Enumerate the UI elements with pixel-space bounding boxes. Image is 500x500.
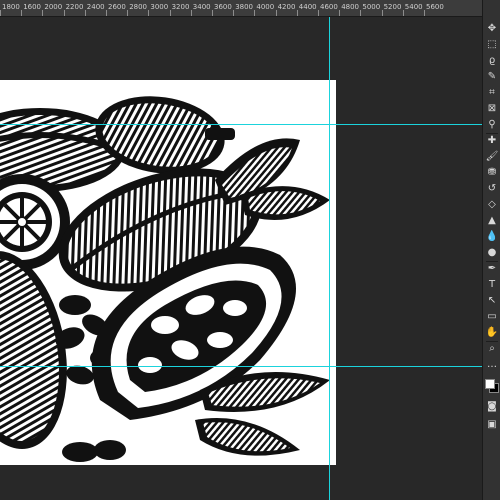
ruler-label: 2400 bbox=[86, 3, 105, 11]
ruler-label: 2000 bbox=[44, 3, 63, 11]
screen-mode-icon[interactable]: ▣ bbox=[484, 418, 500, 432]
guide-horizontal-bottom[interactable] bbox=[0, 366, 482, 367]
clone-stamp-tool-icon[interactable]: ⛃ bbox=[484, 166, 500, 180]
ruler-label: 5200 bbox=[383, 3, 402, 11]
ruler-tick bbox=[275, 10, 277, 16]
ruler-label: 3400 bbox=[192, 3, 211, 11]
path-selection-tool-icon[interactable]: ↖ bbox=[484, 294, 500, 308]
spot-healing-tool-icon[interactable]: ✚ bbox=[484, 134, 500, 148]
foreground-color-swatch[interactable] bbox=[485, 379, 495, 389]
ruler-label: 3600 bbox=[214, 3, 232, 11]
eyedropper-tool-icon[interactable]: ⚲ bbox=[484, 118, 500, 132]
type-tool-icon[interactable]: T bbox=[484, 278, 500, 292]
ruler-label: 2200 bbox=[65, 3, 84, 11]
frame-tool-icon[interactable]: ⊠ bbox=[484, 102, 500, 116]
ruler-label: 4600 bbox=[320, 3, 338, 11]
guide-vertical[interactable] bbox=[329, 17, 330, 500]
ruler-tick bbox=[360, 10, 362, 16]
ruler-label: 2800 bbox=[129, 3, 148, 11]
ruler-tick bbox=[21, 10, 23, 16]
ruler-tick bbox=[233, 10, 235, 16]
ruler-label: 5600 bbox=[426, 3, 444, 11]
ruler-tick bbox=[169, 10, 171, 16]
move-tool-icon[interactable]: ✥ bbox=[484, 22, 500, 36]
document-canvas[interactable] bbox=[0, 17, 482, 500]
crop-tool-icon[interactable]: ⌗ bbox=[484, 86, 500, 100]
artboard bbox=[0, 80, 336, 465]
hand-tool-icon[interactable]: ✋ bbox=[484, 326, 500, 340]
ruler-tick bbox=[254, 10, 256, 16]
ruler-tick bbox=[63, 10, 65, 16]
ruler-tick bbox=[148, 10, 150, 16]
paint-bucket-tool-icon[interactable]: ▲ bbox=[484, 214, 500, 228]
ruler-tick bbox=[106, 10, 107, 16]
tools-panel: ✥ ⬚ ϱ ✎ ⌗ ⊠ ⚲ ✚ 🖌 ⛃ ↺ ◇ ▲ 💧 ● ✒ T ↖ ▭ ✋ ⌕ … ◙ ▣ bbox=[482, 0, 500, 500]
quick-selection-tool-icon[interactable]: ✎ bbox=[484, 70, 500, 84]
ruler-tick bbox=[318, 10, 319, 16]
ruler-tick bbox=[339, 10, 341, 16]
guide-horizontal-top[interactable] bbox=[0, 124, 482, 125]
eraser-tool-icon[interactable]: ◇ bbox=[484, 198, 500, 212]
quick-mask-icon[interactable]: ◙ bbox=[484, 400, 500, 414]
ruler-label: 3000 bbox=[150, 3, 169, 11]
ruler-label: 4000 bbox=[256, 3, 275, 11]
ruler-tick bbox=[127, 10, 129, 16]
ruler-tick bbox=[190, 10, 192, 16]
ruler-label: 3200 bbox=[171, 3, 190, 11]
ruler-tick bbox=[212, 10, 213, 16]
ruler-label: 5000 bbox=[362, 3, 381, 11]
more-tools-icon[interactable]: … bbox=[484, 358, 500, 372]
ruler-label: 1600 bbox=[23, 3, 42, 11]
leaves-bottom-right bbox=[195, 372, 330, 456]
ruler-label: 4200 bbox=[277, 3, 296, 11]
history-brush-tool-icon[interactable]: ↺ bbox=[484, 182, 500, 196]
ruler-label: 4800 bbox=[341, 3, 360, 11]
cacao-illustration bbox=[0, 96, 330, 462]
zoom-tool-icon[interactable]: ⌕ bbox=[484, 342, 500, 356]
ruler-label: 5400 bbox=[404, 3, 423, 11]
ruler-tick bbox=[42, 10, 44, 16]
lasso-tool-icon[interactable]: ϱ bbox=[484, 54, 500, 68]
ruler-label: 2600 bbox=[108, 3, 126, 11]
ruler-label: 4400 bbox=[298, 3, 317, 11]
ruler-tick bbox=[381, 10, 383, 16]
pen-tool-icon[interactable]: ✒ bbox=[484, 262, 500, 276]
marquee-tool-icon[interactable]: ⬚ bbox=[484, 38, 500, 52]
ruler-tick bbox=[84, 10, 86, 16]
ruler-tick bbox=[402, 10, 404, 16]
ruler-label: 1800 bbox=[2, 3, 20, 11]
dodge-tool-icon[interactable]: ● bbox=[484, 246, 500, 260]
blur-tool-icon[interactable]: 💧 bbox=[484, 230, 500, 244]
ruler-tick bbox=[424, 10, 425, 16]
brush-tool-icon[interactable]: 🖌 bbox=[484, 150, 500, 164]
rectangle-tool-icon[interactable]: ▭ bbox=[484, 310, 500, 324]
ruler-tick bbox=[0, 10, 1, 16]
ruler-tick bbox=[296, 10, 298, 16]
horizontal-ruler[interactable]: 1800 1600 2000 2200 2400 2600 2800 3000 3200 3400… bbox=[0, 0, 482, 17]
ruler-label: 3800 bbox=[235, 3, 254, 11]
